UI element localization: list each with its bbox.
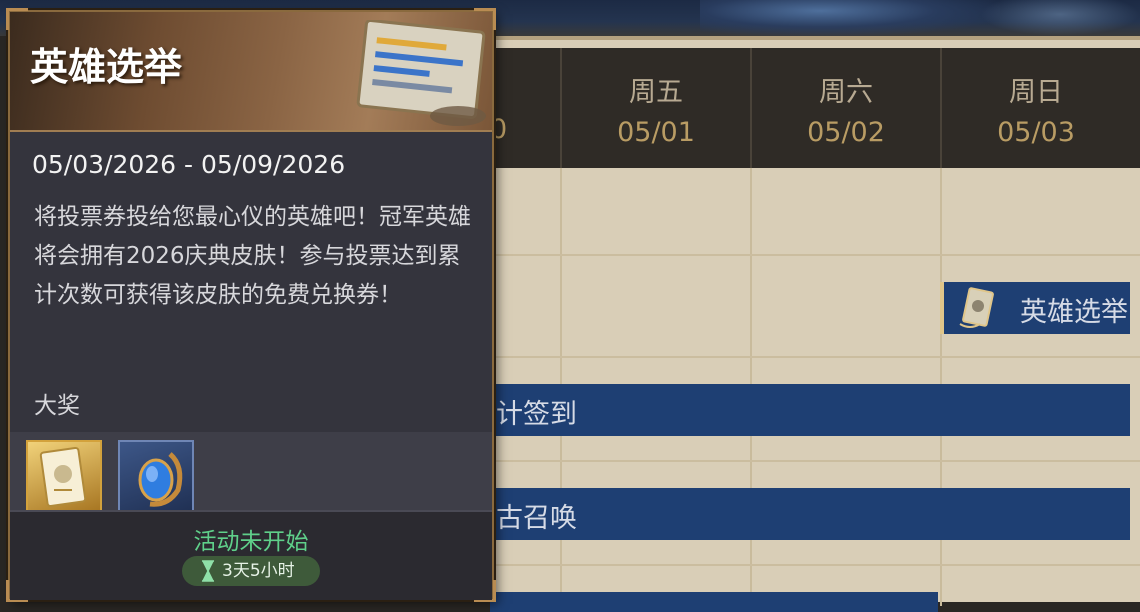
event-label: 古召唤 — [496, 503, 577, 534]
day-name: 周五 — [629, 77, 683, 108]
event-description: 将投票券投给您最心仪的英雄吧！冠军英雄将会拥有2026庆典皮肤！参与投票达到累计… — [34, 204, 471, 308]
event-label: 计签到 — [496, 399, 577, 430]
event-status: 活动未开始 — [193, 529, 309, 555]
event-banner: 英雄选举 — [10, 12, 492, 132]
voting-ticket-icon — [39, 447, 87, 507]
event-calendar: 0 周五 05/01 周六 05/02 周日 05/03 英雄选举 计签到 古召… — [490, 36, 1140, 612]
countdown-text: 3天5小时 — [222, 561, 295, 581]
prize-strip — [10, 432, 492, 516]
event-bar-summon[interactable]: 古召唤 — [490, 488, 1130, 540]
day-name: 周日 — [1009, 77, 1063, 108]
day-column-sat: 周六 05/02 — [750, 48, 940, 168]
ballot-board-icon — [356, 20, 486, 126]
voting-ticket-icon — [959, 287, 994, 328]
calendar-header: 0 周五 05/01 周六 05/02 周日 05/03 — [490, 48, 1140, 168]
day-name: 周六 — [819, 77, 873, 108]
prize-item[interactable] — [26, 440, 102, 516]
event-bar-hero-election[interactable]: 英雄选举 — [940, 282, 1130, 334]
grid-line — [490, 254, 1140, 256]
blue-gem-icon — [138, 452, 183, 507]
top-art-right — [980, 0, 1140, 36]
grid-line — [490, 356, 1140, 358]
day-column-fri: 周五 05/01 — [560, 48, 750, 168]
event-bar-bottom[interactable] — [490, 592, 938, 612]
day-date: 05/01 — [617, 117, 695, 148]
grand-prize-label: 大奖 — [34, 393, 80, 419]
top-art — [700, 0, 1000, 36]
day-date: 05/02 — [807, 117, 885, 148]
event-title: 英雄选举 — [30, 45, 183, 89]
event-label: 英雄选举 — [1020, 297, 1128, 328]
grid-line — [490, 564, 1140, 566]
frame-corner — [474, 8, 496, 30]
frame-corner — [6, 8, 28, 30]
countdown-timer: 3天5小时 — [182, 556, 320, 586]
day-column-sun: 周日 05/03 — [940, 48, 1130, 168]
grid-line — [490, 460, 1140, 462]
day-date: 05/03 — [997, 117, 1075, 148]
event-detail-popup: 英雄选举 05/03/2026 - 05/09/2026 将投票券投给您最心仪的… — [6, 8, 496, 602]
event-date-range: 05/03/2026 - 05/09/2026 — [32, 150, 346, 179]
event-footer: 活动未开始 3天5小时 — [10, 510, 492, 600]
hourglass-icon — [201, 560, 215, 582]
prize-item[interactable] — [118, 440, 194, 516]
event-bar-sign-in[interactable]: 计签到 — [490, 384, 1130, 436]
